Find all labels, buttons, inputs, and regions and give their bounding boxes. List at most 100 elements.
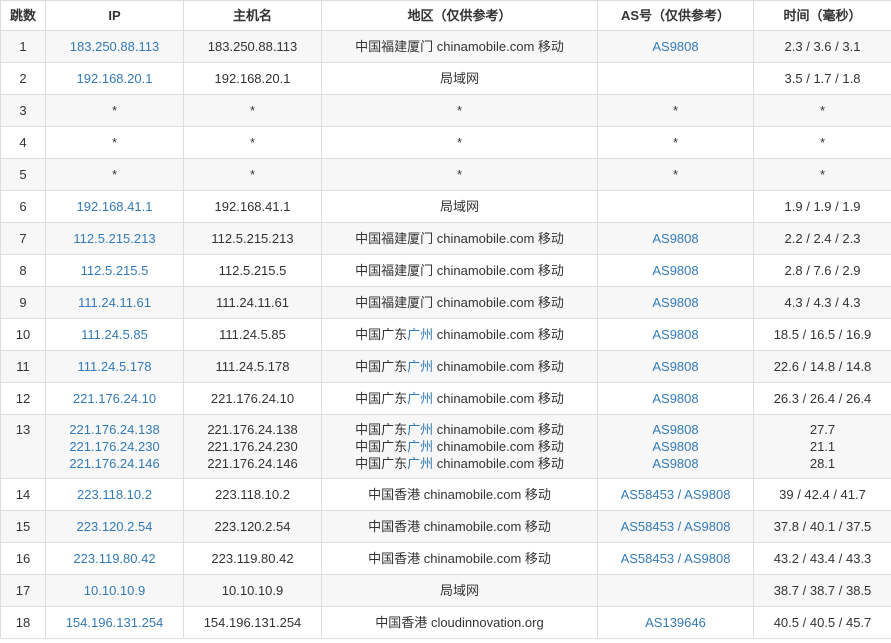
isp-name: chinamobile.com 移动 — [436, 391, 564, 406]
time-cell: 40.5 / 40.5 / 45.7 — [753, 606, 891, 639]
latency: * — [819, 167, 826, 182]
region-line: 中国香港 cloudinnovation.org — [326, 614, 593, 631]
hostname: 111.24.5.85 — [219, 327, 286, 342]
ip-link[interactable]: 111.24.5.85 — [50, 326, 179, 343]
header-time[interactable]: 时间（毫秒） — [753, 0, 891, 31]
isp-name: chinamobile.com 移动 — [423, 519, 551, 534]
latency: 38.7 / 38.7 / 38.5 — [773, 583, 872, 598]
ip-cell: 223.119.80.42 — [45, 542, 184, 575]
table-row: 10 111.24.5.85 111.24.5.85 中国广东广州 chinamobi… — [0, 318, 891, 351]
as-cell: AS9808 — [597, 30, 754, 63]
latency: 40.5 / 40.5 / 45.7 — [773, 615, 872, 630]
ip-link[interactable]: 183.250.88.113 — [50, 38, 179, 55]
region-line: 中国广东广州 chinamobile.com 移动 — [326, 455, 593, 472]
hostname-cell: 111.24.5.178 — [183, 350, 322, 383]
region-cell: * — [321, 94, 598, 127]
region-line: 中国福建厦门 chinamobile.com 移动 — [326, 262, 593, 279]
city-link[interactable]: 广州 — [407, 359, 433, 374]
hop-cell: 7 — [0, 222, 46, 255]
as-link[interactable]: AS9808 — [602, 358, 749, 375]
as-link[interactable]: AS9808 — [602, 294, 749, 311]
as-link[interactable]: AS139646 — [602, 614, 749, 631]
ip-link[interactable]: 154.196.131.254 — [50, 614, 179, 631]
hostname: * — [249, 103, 256, 118]
region-cell: 中国广东广州 chinamobile.com 移动 中国广东广州 chinamob… — [321, 414, 598, 479]
region-name: 中国广东 — [355, 422, 408, 437]
time-cell: 18.5 / 16.5 / 16.9 — [753, 318, 891, 351]
as-cell: AS9808 — [597, 286, 754, 319]
table-row: 17 10.10.10.9 10.10.10.9 局域网 38.7 / 38.7 / 3… — [0, 574, 891, 607]
city-link[interactable]: 广州 — [407, 422, 433, 437]
time-cell: 3.5 / 1.7 / 1.8 — [753, 62, 891, 95]
header-region[interactable]: 地区（仅供参考） — [321, 0, 598, 31]
ip-link[interactable]: 223.119.80.42 — [50, 550, 179, 567]
city-link[interactable]: 广州 — [407, 456, 433, 471]
region-name: 中国香港 — [368, 487, 421, 502]
ip-link[interactable]: 221.176.24.138 — [50, 421, 179, 438]
region-cell: 局域网 — [321, 190, 598, 223]
table-row: 15 223.120.2.54 223.120.2.54 中国香港 chinamobi… — [0, 510, 891, 543]
ip-link[interactable]: 221.176.24.10 — [50, 390, 179, 407]
table-row: 2 192.168.20.1 192.168.20.1 局域网 3.5 / 1.7 / … — [0, 62, 891, 95]
region-line: 局域网 — [326, 70, 593, 87]
ip-link[interactable]: 223.120.2.54 — [50, 518, 179, 535]
city-link[interactable]: 广州 — [407, 391, 433, 406]
ip-link[interactable]: 112.5.215.5 — [50, 262, 179, 279]
ip-link[interactable]: 10.10.10.9 — [50, 582, 179, 599]
ip-link[interactable]: 192.168.41.1 — [50, 198, 179, 215]
ip-link[interactable]: 223.118.10.2 — [50, 486, 179, 503]
isp-name: chinamobile.com 移动 — [423, 551, 551, 566]
hostname: 111.24.5.178 — [215, 359, 290, 374]
ip-link[interactable]: 221.176.24.230 — [50, 438, 179, 455]
region-name: * — [456, 135, 463, 150]
isp-name: cloudinnovation.org — [430, 615, 544, 630]
hostname-cell: 192.168.41.1 — [183, 190, 322, 223]
header-hostname[interactable]: 主机名 — [183, 0, 322, 31]
region-name: 局域网 — [439, 71, 479, 86]
as-link[interactable]: AS9808 — [602, 262, 749, 279]
as-link[interactable]: AS9808 — [602, 390, 749, 407]
ip-link[interactable]: 221.176.24.146 — [50, 455, 179, 472]
hostname: 111.24.11.61 — [215, 295, 289, 310]
hop-cell: 8 — [0, 254, 46, 287]
hop-cell: 2 — [0, 62, 46, 95]
region-cell: 局域网 — [321, 574, 598, 607]
latency: 37.8 / 40.1 / 37.5 — [773, 519, 872, 534]
hostname-cell: 111.24.11.61 — [183, 286, 322, 319]
as-link[interactable]: AS58453 / AS9808 — [602, 486, 749, 503]
latency: 2.2 / 2.4 / 2.3 — [784, 231, 861, 246]
as-link[interactable]: AS9808 — [602, 421, 749, 438]
as-link[interactable]: AS9808 — [602, 438, 749, 455]
isp-name: chinamobile.com 移动 — [436, 39, 564, 54]
hostname-cell: 10.10.10.9 — [183, 574, 322, 607]
as-link[interactable]: AS9808 — [602, 230, 749, 247]
region-name: 中国福建厦门 — [355, 39, 434, 54]
region-cell: 中国福建厦门 chinamobile.com 移动 — [321, 222, 598, 255]
hostname: 183.250.88.113 — [207, 39, 298, 54]
region-line: 中国广东广州 chinamobile.com 移动 — [326, 358, 593, 375]
as-link[interactable]: AS58453 / AS9808 — [602, 518, 749, 535]
ip-link[interactable]: 192.168.20.1 — [50, 70, 179, 87]
region-cell: 局域网 — [321, 62, 598, 95]
header-ip[interactable]: IP — [45, 0, 184, 31]
hop-cell: 4 — [0, 126, 46, 159]
region-line: 中国香港 chinamobile.com 移动 — [326, 518, 593, 535]
region-name: 中国广东 — [355, 439, 408, 454]
ip-link[interactable]: 112.5.215.213 — [50, 230, 179, 247]
table-row: 4 * * * * * — [0, 126, 891, 159]
header-hop[interactable]: 跳数 — [0, 0, 46, 31]
ip-link[interactable]: 111.24.5.178 — [50, 358, 179, 375]
as-link[interactable]: AS58453 / AS9808 — [602, 550, 749, 567]
city-link[interactable]: 广州 — [407, 439, 433, 454]
hostname-cell: 112.5.215.5 — [183, 254, 322, 287]
city-link[interactable]: 广州 — [407, 327, 433, 342]
as-link[interactable]: AS9808 — [602, 326, 749, 343]
as-link[interactable]: AS9808 — [602, 455, 749, 472]
header-as[interactable]: AS号（仅供参考） — [597, 0, 754, 31]
time-cell: 43.2 / 43.4 / 43.3 — [753, 542, 891, 575]
ip-link[interactable]: 111.24.11.61 — [50, 294, 179, 311]
as-link[interactable]: AS9808 — [602, 38, 749, 55]
region-line: 中国福建厦门 chinamobile.com 移动 — [326, 294, 593, 311]
hostname: 223.118.10.2 — [215, 487, 290, 502]
hostname-cell: 223.119.80.42 — [183, 542, 322, 575]
